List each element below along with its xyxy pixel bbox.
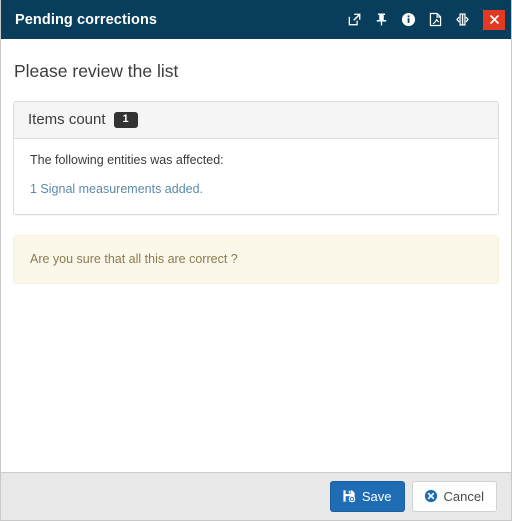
page-title: Please review the list xyxy=(14,61,179,81)
dialog-footer: Save Cancel xyxy=(1,472,511,520)
collapse-horizontal-icon[interactable] xyxy=(454,11,471,28)
window-titlebar: Pending corrections xyxy=(1,0,511,39)
save-button-label: Save xyxy=(361,488,392,504)
items-panel-heading: Items count 1 xyxy=(14,102,498,139)
titlebar-actions xyxy=(346,9,505,30)
save-button[interactable]: Save xyxy=(329,481,405,512)
items-count-badge: 1 xyxy=(113,111,138,128)
signal-measurements-link[interactable]: 1 Signal measurements added. xyxy=(30,182,203,196)
close-icon[interactable] xyxy=(483,9,505,30)
confirmation-alert-text: Are you sure that all this are correct ? xyxy=(30,251,238,266)
popout-icon[interactable] xyxy=(346,11,363,28)
info-icon[interactable] xyxy=(400,11,417,28)
affected-entities-text: The following entities was affected: xyxy=(30,153,224,167)
pdf-icon[interactable] xyxy=(427,11,444,28)
items-panel-body: The following entities was affected: 1 S… xyxy=(14,139,498,214)
cancel-button[interactable]: Cancel xyxy=(411,481,497,512)
confirmation-alert: Are you sure that all this are correct ? xyxy=(13,234,499,284)
items-count-label: Items count xyxy=(28,111,106,128)
save-icon xyxy=(342,489,356,503)
items-panel: Items count 1 The following entities was… xyxy=(13,101,499,215)
dialog-content: Please review the list Items count 1 The… xyxy=(1,39,511,472)
pin-icon[interactable] xyxy=(373,11,390,28)
window-title: Pending corrections xyxy=(15,11,158,28)
dialog-window: Pending corrections Please review the li… xyxy=(0,0,512,521)
cancel-icon xyxy=(424,489,438,503)
cancel-button-label: Cancel xyxy=(443,488,484,504)
